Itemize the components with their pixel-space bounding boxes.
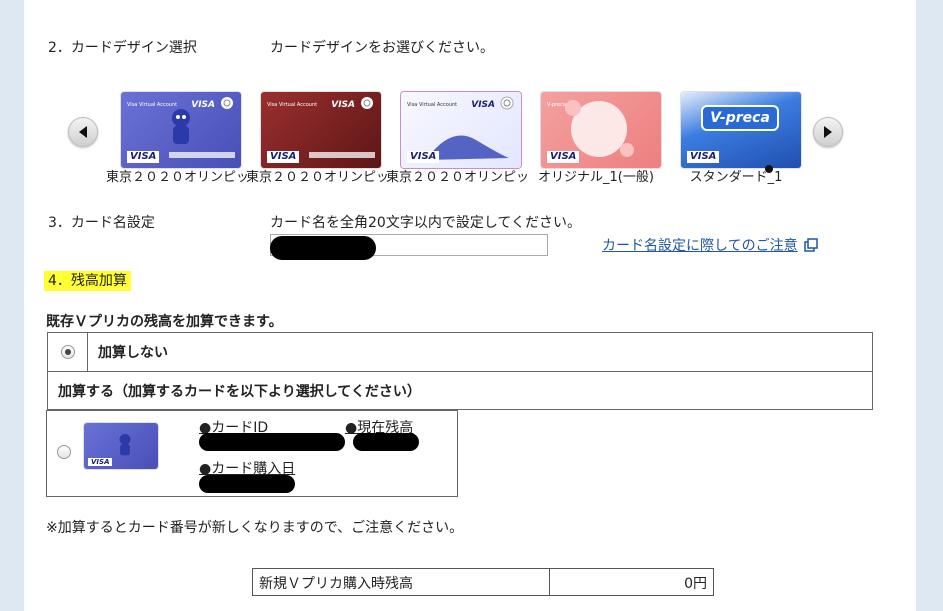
redaction (270, 236, 376, 260)
card-caption: スタンダード_1 (689, 170, 783, 185)
visa-logo: VISA (267, 151, 300, 163)
visa-logo: VISA (547, 151, 580, 163)
card-design-standard-1[interactable]: V-preca VISA (681, 92, 801, 168)
card-caption: 東京２０２０オリンピッ (386, 170, 530, 185)
section2-description: カードデザインをお選びください。 (270, 40, 494, 56)
card-title: Visa Virtual Account (407, 102, 458, 108)
option-no-add-row[interactable]: 加算しない (48, 333, 872, 371)
card-name-notice-link[interactable]: カード名設定に際してのご注意 (602, 235, 818, 255)
summary-label: 新規Ｖプリカ購入時残高 (253, 569, 550, 595)
olympic-rings-icon (221, 97, 233, 109)
redaction (199, 475, 295, 493)
card-caption: オリジナル_1(一般) (538, 170, 654, 185)
option-add-row: 加算する（加算するカードを以下より選択してください） (48, 371, 872, 409)
card-title: Visa Virtual Account (267, 102, 318, 108)
carousel-prev-button[interactable] (68, 117, 98, 147)
vpreca-logo: V-preca (703, 107, 777, 129)
card-design-olympic-3[interactable]: Visa Virtual Account VISA VISA (401, 92, 521, 168)
balance-option-table: 加算しない 加算する（加算するカードを以下より選択してください） (47, 332, 873, 410)
section2-label: 2．カードデザイン選択 (48, 40, 197, 56)
external-link-icon (803, 238, 818, 252)
mascot-icon (172, 109, 190, 144)
visa-logo: VISA (687, 151, 720, 163)
section4-label: 4．残高加算 (44, 270, 131, 291)
section3-description: カード名を全角20文字以内で設定してください。 (270, 215, 581, 231)
card-design-original-1[interactable]: V-preca VISA (541, 92, 661, 168)
existing-card-item[interactable]: VISA ●カードID ●現在残高 ●カード購入日 (46, 410, 458, 497)
olympic-rings-icon (500, 96, 514, 110)
card-design-olympic-2[interactable]: Visa Virtual Account VISA VISA (261, 92, 381, 168)
redaction (353, 433, 419, 451)
existing-card-radio[interactable] (57, 445, 71, 459)
no-add-label: 加算しない (98, 345, 168, 361)
visa-logo: VISA (88, 458, 113, 466)
olympic-rings-icon (361, 97, 373, 109)
card-caption: 東京２０２０オリンピッ (246, 170, 390, 185)
card-number-notice: ※加算するとカード番号が新しくなりますので、ご注意ください。 (46, 520, 464, 536)
mascot-icon (119, 434, 131, 456)
balance-add-intro: 既存Ｖプリカの残高を加算できます。 (46, 314, 283, 330)
carousel-next-button[interactable] (813, 117, 843, 147)
section3-label: 3．カード名設定 (48, 215, 155, 231)
visa-logo: VISA (127, 151, 160, 163)
summary-table: 新規Ｖプリカ購入時残高 0円 (252, 568, 714, 596)
right-arrow-icon (824, 126, 832, 138)
existing-card-thumbnail: VISA (84, 423, 158, 469)
left-arrow-icon (79, 126, 87, 138)
card-caption: 東京２０２０オリンピッ (106, 170, 250, 185)
redaction (199, 433, 345, 451)
card-design-olympic-1[interactable]: Visa Virtual Account VISA VISA (121, 92, 241, 168)
visa-logo: VISA (407, 151, 440, 163)
summary-value: 0円 (684, 576, 707, 592)
no-add-radio[interactable] (60, 345, 75, 359)
selected-marker (765, 165, 773, 173)
